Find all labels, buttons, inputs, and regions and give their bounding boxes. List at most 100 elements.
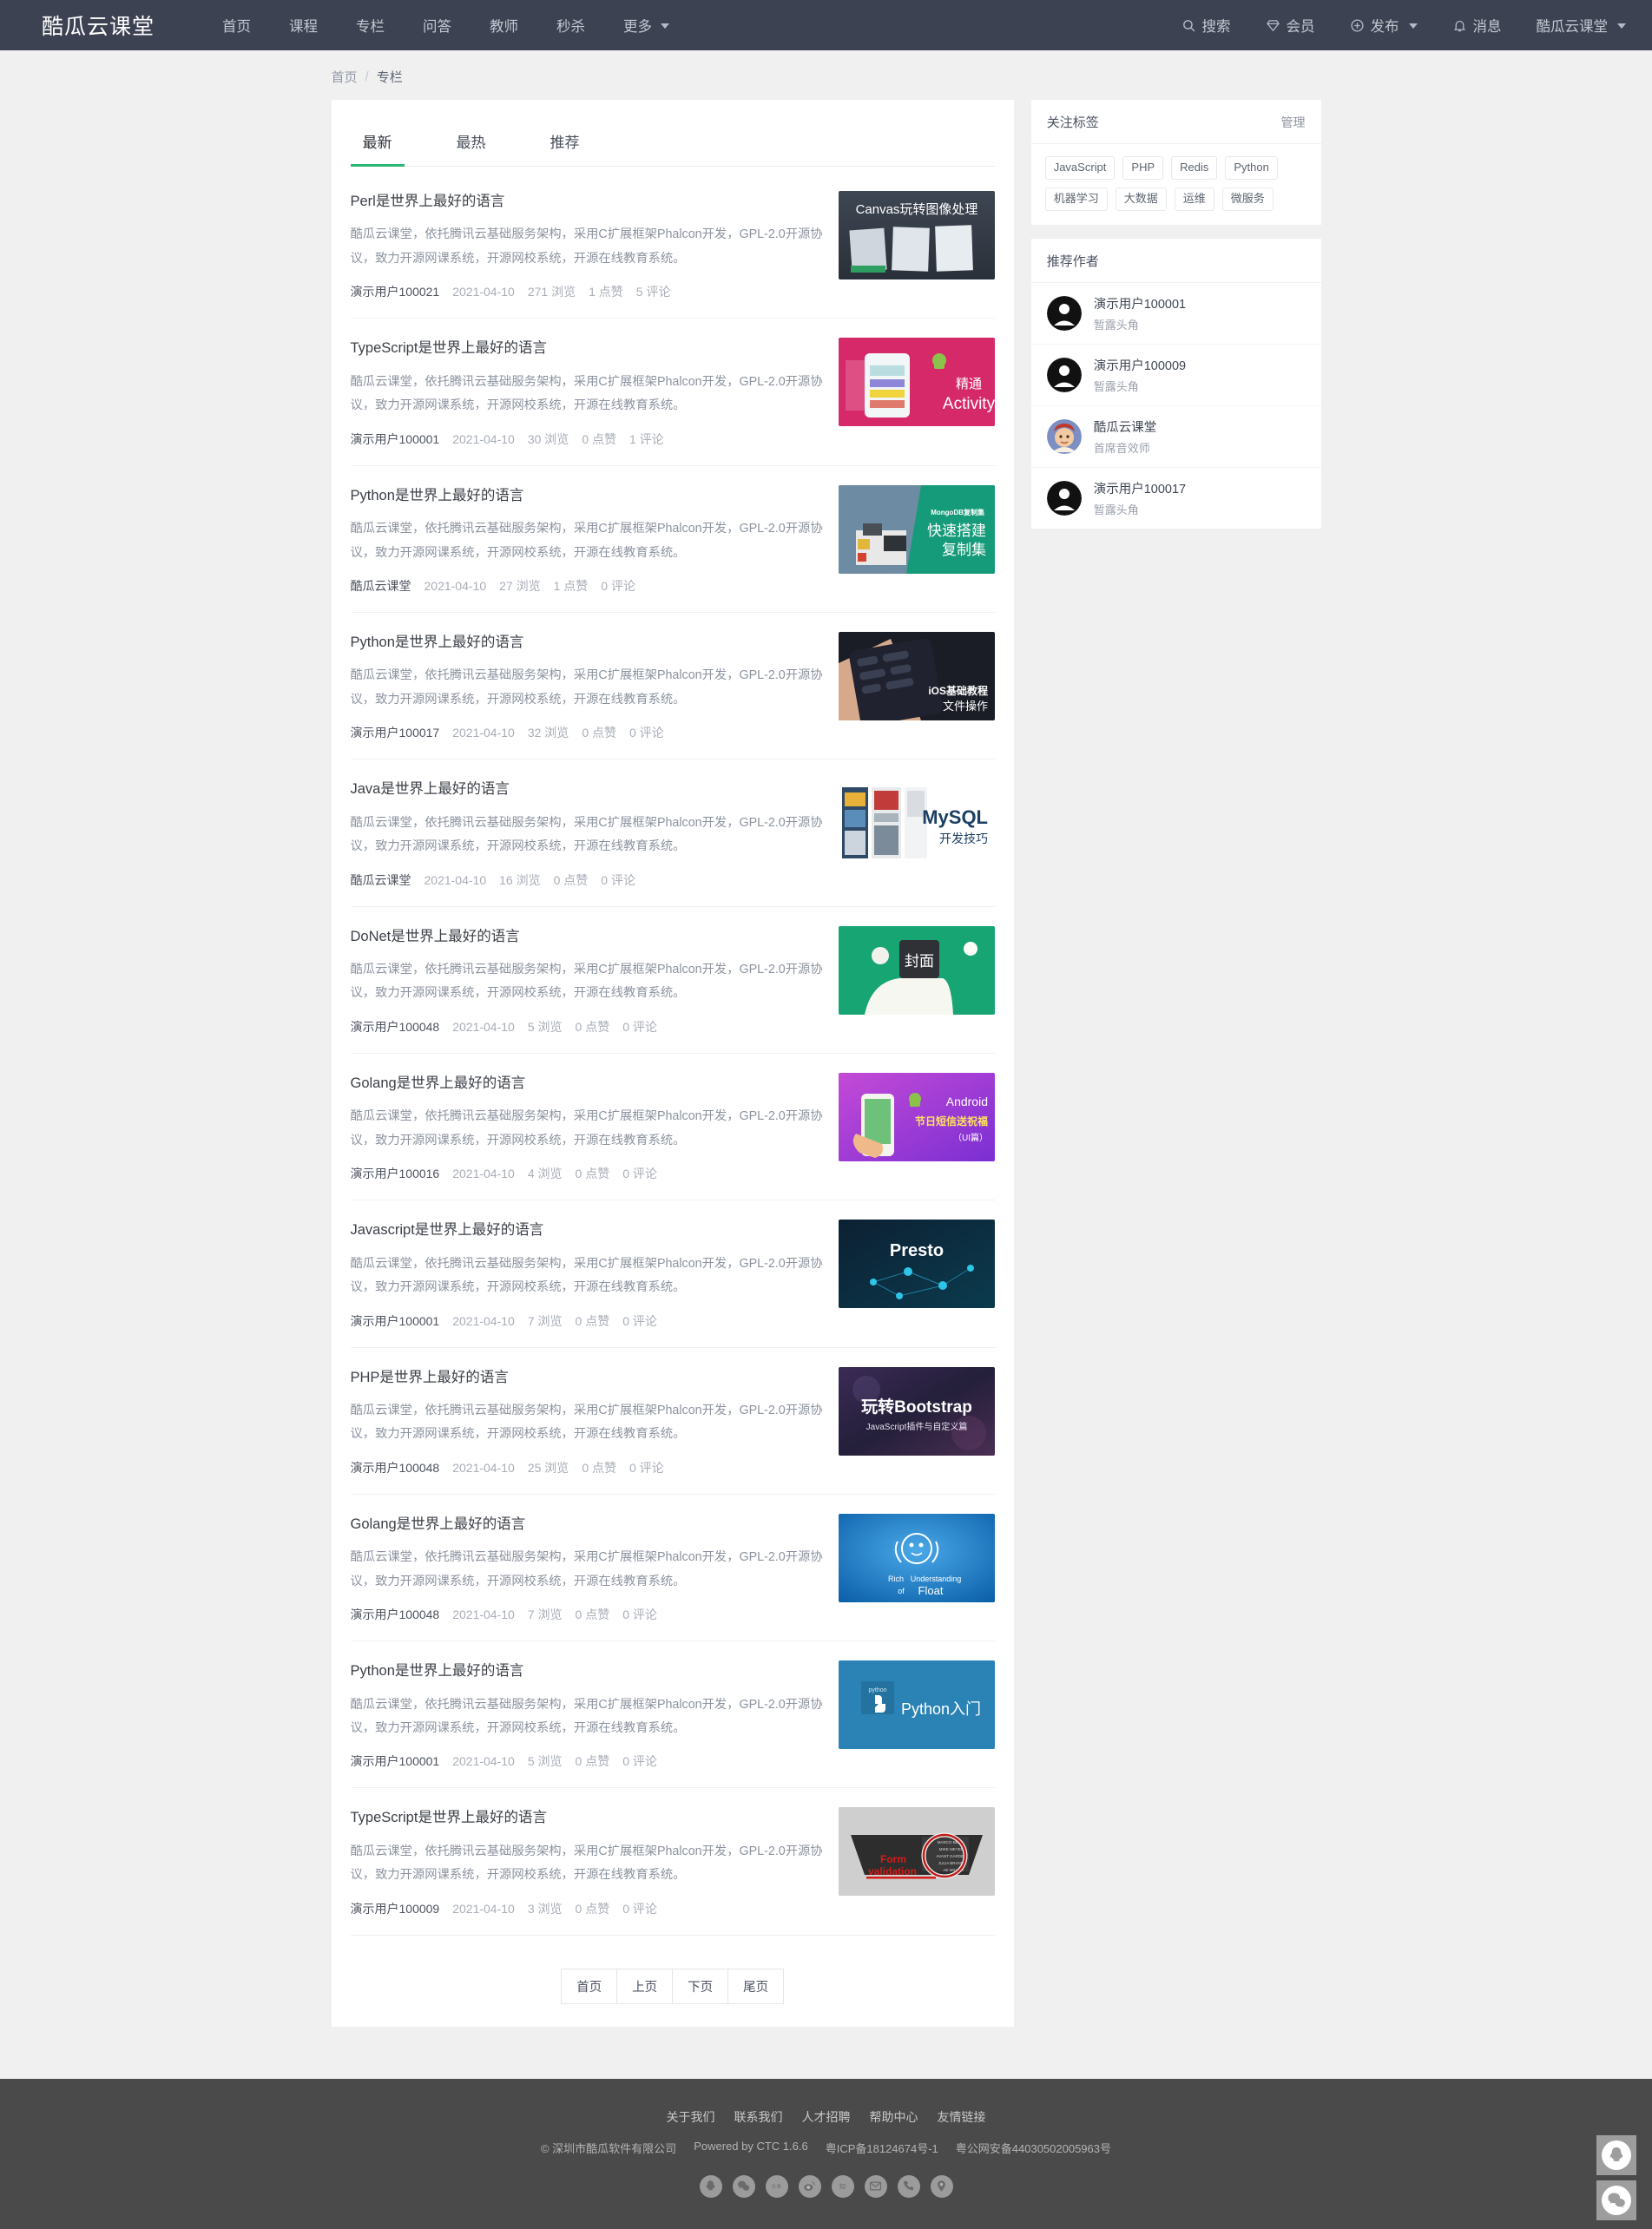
article-thumbnail[interactable]: Canvas玩转图像处理 <box>838 191 995 279</box>
nav-item-more[interactable]: 更多 <box>604 15 688 36</box>
article-author[interactable]: 演示用户100009 <box>351 1900 440 1917</box>
article-thumbnail[interactable]: MongoDB复制集 快速搭建 复制集 <box>838 484 995 574</box>
article-thumbnail[interactable]: Rich Understanding of Float <box>838 1513 995 1602</box>
article-author[interactable]: 酷瓜云课堂 <box>351 871 411 889</box>
qq-icon[interactable] <box>699 2174 722 2198</box>
article-item[interactable]: PHP是世界上最好的语言 酷瓜云课堂，依托腾讯云基础服务架构，采用C扩展框架Ph… <box>350 1348 995 1495</box>
police-license[interactable]: 粤公网安备44030502005963号 <box>956 2140 1111 2156</box>
article-title[interactable]: Python是世界上最好的语言 <box>351 487 823 505</box>
article-item[interactable]: DoNet是世界上最好的语言 酷瓜云课堂，依托腾讯云基础服务架构，采用C扩展框架… <box>350 907 995 1054</box>
article-title[interactable]: Python是世界上最好的语言 <box>351 634 823 652</box>
article-thumbnail[interactable]: Android 节日短信送祝福 （UI篇） <box>838 1072 995 1161</box>
article-item[interactable]: Perl是世界上最好的语言 酷瓜云课堂，依托腾讯云基础服务架构，采用C扩展框架P… <box>350 172 995 319</box>
article-title[interactable]: Golang是世界上最好的语言 <box>351 1516 823 1534</box>
nav-item-columns[interactable]: 专栏 <box>337 15 404 36</box>
zhihu-icon[interactable]: 知 <box>831 2174 854 2198</box>
article-thumbnail[interactable]: 精通 Activity <box>838 338 995 427</box>
article-author[interactable]: 演示用户100001 <box>351 1752 440 1770</box>
pagination-next[interactable]: 下页 <box>672 1968 728 2004</box>
article-thumbnail[interactable]: iOS基础教程 文件操作 <box>838 631 995 720</box>
tab-recommended[interactable]: 推荐 <box>538 119 592 167</box>
author-role: 首席音效师 <box>1093 441 1150 455</box>
article-thumbnail[interactable]: Presto <box>838 1220 995 1309</box>
wechat-icon[interactable] <box>732 2174 755 2198</box>
article-author[interactable]: 演示用户100016 <box>351 1165 440 1182</box>
float-wechat-button[interactable] <box>1596 2180 1636 2220</box>
author-item[interactable]: 演示用户100009 暂露头角 <box>1030 345 1321 406</box>
footer-jobs[interactable]: 人才招聘 <box>802 2108 851 2126</box>
article-thumbnail[interactable]: MySQL 开发技巧 <box>838 779 995 868</box>
tag-php[interactable]: PHP <box>1122 156 1164 180</box>
phone-icon[interactable] <box>897 2174 920 2198</box>
breadcrumb-home[interactable]: 首页 <box>332 68 358 86</box>
article-title[interactable]: Java是世界上最好的语言 <box>351 780 823 799</box>
nav-user-menu[interactable]: 酷瓜云课堂 <box>1519 15 1630 36</box>
manage-tags-link[interactable]: 管理 <box>1281 114 1306 131</box>
article-title[interactable]: Javascript是世界上最好的语言 <box>351 1221 823 1239</box>
tab-hottest[interactable]: 最热 <box>444 119 498 167</box>
article-author[interactable]: 演示用户100017 <box>351 724 440 741</box>
article-title[interactable]: Perl是世界上最好的语言 <box>351 193 823 211</box>
article-item[interactable]: TypeScript是世界上最好的语言 酷瓜云课堂，依托腾讯云基础服务架构，采用… <box>350 1788 995 1936</box>
article-item[interactable]: Python是世界上最好的语言 酷瓜云课堂，依托腾讯云基础服务架构，采用C扩展框… <box>350 1641 995 1789</box>
tag-devops[interactable]: 运维 <box>1174 187 1214 211</box>
article-author[interactable]: 演示用户100021 <box>351 283 440 300</box>
article-author[interactable]: 酷瓜云课堂 <box>351 577 411 595</box>
author-item[interactable]: 演示用户100017 暂露头角 <box>1031 468 1321 529</box>
article-title[interactable]: DoNet是世界上最好的语言 <box>351 928 823 946</box>
nav-publish[interactable]: 发布 <box>1333 15 1435 36</box>
nav-search[interactable]: 搜索 <box>1164 15 1248 36</box>
nav-item-teachers[interactable]: 教师 <box>471 15 537 36</box>
footer-friendly-links[interactable]: 友情链接 <box>938 2108 986 2126</box>
article-item[interactable]: Javascript是世界上最好的语言 酷瓜云课堂，依托腾讯云基础服务架构，采用… <box>350 1200 995 1348</box>
nav-item-courses[interactable]: 课程 <box>270 15 337 36</box>
article-title[interactable]: TypeScript是世界上最好的语言 <box>351 339 823 358</box>
article-item[interactable]: Python是世界上最好的语言 酷瓜云课堂，依托腾讯云基础服务架构，采用C扩展框… <box>350 466 995 613</box>
article-author[interactable]: 演示用户100048 <box>351 1018 440 1036</box>
article-item[interactable]: Python是世界上最好的语言 酷瓜云课堂，依托腾讯云基础服务架构，采用C扩展框… <box>350 613 995 760</box>
footer-about[interactable]: 关于我们 <box>667 2108 715 2126</box>
article-thumbnail[interactable]: python Python入门 <box>838 1660 995 1750</box>
tag-machine-learning[interactable]: 机器学习 <box>1044 187 1108 211</box>
nav-messages[interactable]: 消息 <box>1435 15 1519 36</box>
footer-help[interactable]: 帮助中心 <box>870 2108 918 2126</box>
tag-python[interactable]: Python <box>1225 156 1278 180</box>
article-item[interactable]: Java是世界上最好的语言 酷瓜云课堂，依托腾讯云基础服务架构，采用C扩展框架P… <box>350 759 995 907</box>
footer-contact[interactable]: 联系我们 <box>734 2108 783 2126</box>
article-title[interactable]: Golang是世界上最好的语言 <box>351 1075 823 1093</box>
nav-item-qa[interactable]: 问答 <box>404 15 471 36</box>
email-icon[interactable] <box>864 2174 887 2198</box>
article-title[interactable]: PHP是世界上最好的语言 <box>351 1369 823 1387</box>
pagination-last[interactable]: 尾页 <box>727 1968 785 2004</box>
article-item[interactable]: Golang是世界上最好的语言 酷瓜云课堂，依托腾讯云基础服务架构，采用C扩展框… <box>350 1054 995 1201</box>
article-author[interactable]: 演示用户100001 <box>351 1312 440 1330</box>
icp-license[interactable]: 粤ICP备18124674号-1 <box>826 2140 938 2156</box>
author-item[interactable]: 演示用户100001 暂露头角 <box>1030 283 1321 345</box>
weibo-icon[interactable] <box>798 2174 821 2198</box>
author-item[interactable]: 酷瓜云课堂 首席音效师 <box>1030 406 1321 468</box>
tag-redis[interactable]: Redis <box>1171 156 1218 180</box>
nav-item-home[interactable]: 首页 <box>203 15 270 36</box>
article-title[interactable]: Python是世界上最好的语言 <box>351 1662 823 1680</box>
tag-big-data[interactable]: 大数据 <box>1115 187 1167 211</box>
article-author[interactable]: 演示用户100048 <box>351 1606 440 1623</box>
location-icon[interactable] <box>930 2174 953 2198</box>
site-brand[interactable]: 酷瓜云课堂 <box>42 10 155 41</box>
article-thumbnail[interactable]: 玩转Bootstrap JavaScript插件与自定义篇 <box>838 1366 995 1456</box>
tag-javascript[interactable]: JavaScript <box>1044 156 1116 180</box>
article-item[interactable]: Golang是世界上最好的语言 酷瓜云课堂，依托腾讯云基础服务架构，采用C扩展框… <box>350 1495 995 1642</box>
toutiao-icon[interactable]: 头条 <box>765 2174 788 2198</box>
article-thumbnail[interactable]: MARCO BECK MIKE MEYER AVANT GARDE JULIA … <box>838 1807 995 1897</box>
tag-microservices[interactable]: 微服务 <box>1221 187 1274 211</box>
article-thumbnail[interactable]: 封面 <box>838 925 995 1015</box>
article-author[interactable]: 演示用户100048 <box>351 1459 440 1476</box>
article-title[interactable]: TypeScript是世界上最好的语言 <box>351 1809 823 1827</box>
pagination-first[interactable]: 首页 <box>561 1968 617 2004</box>
pagination-prev[interactable]: 上页 <box>616 1968 673 2004</box>
nav-item-flashsale[interactable]: 秒杀 <box>537 15 604 36</box>
nav-member[interactable]: 会员 <box>1248 15 1333 36</box>
tab-latest[interactable]: 最新 <box>350 119 405 167</box>
article-item[interactable]: TypeScript是世界上最好的语言 酷瓜云课堂，依托腾讯云基础服务架构，采用… <box>350 319 995 466</box>
article-author[interactable]: 演示用户100001 <box>351 431 440 448</box>
float-qq-button[interactable] <box>1596 2134 1636 2175</box>
